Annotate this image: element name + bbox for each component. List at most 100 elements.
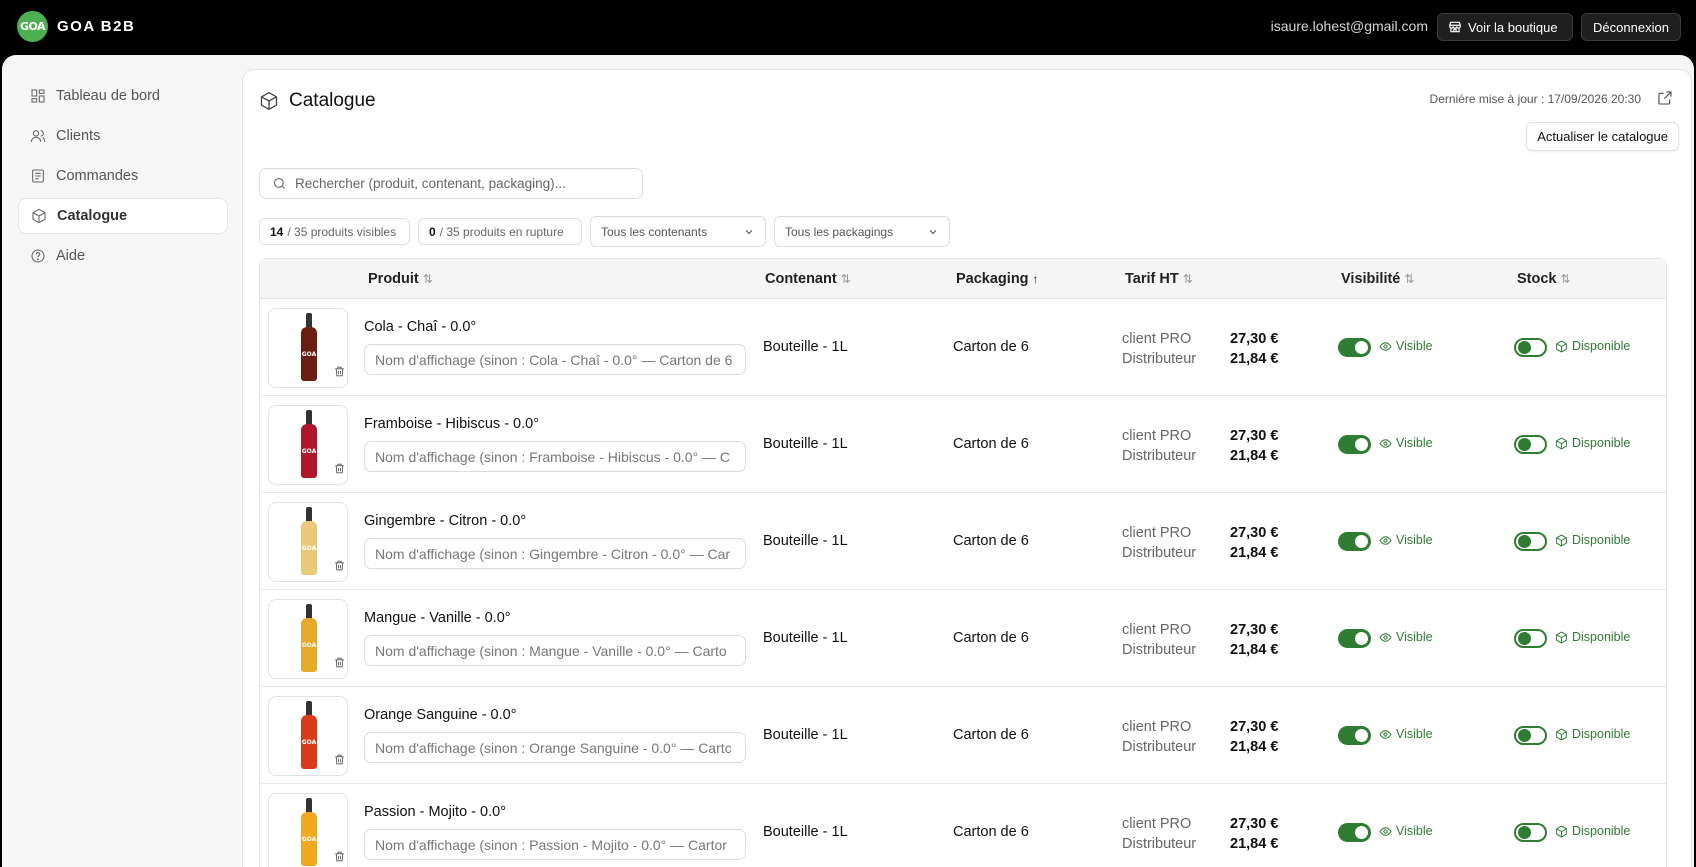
product-name: Cola - Chaî - 0.0° [364,319,477,335]
sort-icon: ⇅ [1182,272,1193,286]
column-packaging[interactable]: Packaging ↑ [956,271,1039,287]
packaging-cell: Carton de 6 [953,727,1029,743]
stock-status: Disponible [1555,533,1630,547]
column-stock[interactable]: Stock ⇅ [1517,271,1571,287]
tarif-values: 27,30 € 21,84 € [1230,523,1278,563]
trash-icon[interactable] [333,656,346,669]
visibility-toggle[interactable] [1338,726,1371,745]
search-input[interactable] [295,176,635,191]
display-name-input[interactable] [364,441,746,472]
product-thumbnail[interactable]: GOA [268,308,348,388]
package-icon [1556,728,1567,740]
trash-icon[interactable] [333,365,346,378]
column-label: Stock [1517,271,1557,287]
view-shop-button[interactable]: Voir la boutique [1437,13,1573,41]
chevron-down-icon [745,229,753,234]
logout-button[interactable]: Déconnexion [1581,13,1681,41]
price-distrib: 21,84 € [1230,642,1279,658]
trash-icon[interactable] [333,850,346,863]
stock-toggle[interactable] [1514,532,1547,551]
rupture-count-chip: 0 / 35 produits en rupture [418,218,582,245]
display-name-input[interactable] [364,538,746,569]
eye-icon [1379,632,1392,642]
bottle-image: GOA [301,313,317,383]
tarif-labels: client PRO Distributeur [1122,329,1196,369]
contenants-select[interactable]: Tous les contenants [590,216,766,247]
bottle-logo: GOA [301,350,317,358]
orders-icon [32,169,44,183]
table-body: GOA Cola - Chaî - 0.0° Bouteille - 1L Ca… [260,299,1666,867]
visibility-toggle[interactable] [1338,435,1371,454]
sidebar-item-help[interactable]: Aide [18,238,228,274]
column-label: Packaging [956,271,1029,287]
visibility-toggle[interactable] [1338,532,1371,551]
table-row: GOA Orange Sanguine - 0.0° Bouteille - 1… [260,687,1666,784]
visibility-status: Visible [1379,533,1433,547]
refresh-catalogue-button[interactable]: Actualiser le catalogue [1526,122,1679,151]
visibility-toggle[interactable] [1338,629,1371,648]
display-name-input[interactable] [364,635,746,666]
bottle-image: GOA [301,410,317,480]
display-name-input[interactable] [364,344,746,375]
column-visibilite[interactable]: Visibilité ⇅ [1341,271,1414,287]
price-distrib: 21,84 € [1230,739,1279,755]
sidebar-item-label: Clients [56,128,101,144]
rupture-count: 0 [429,224,436,239]
table-row: GOA Cola - Chaî - 0.0° Bouteille - 1L Ca… [260,299,1666,396]
price-pro: 27,30 € [1230,331,1279,347]
stock-toggle[interactable] [1514,823,1547,842]
column-tarif[interactable]: Tarif HT ⇅ [1125,271,1193,287]
product-thumbnail[interactable]: GOA [268,502,348,582]
external-link-icon[interactable] [1657,90,1673,106]
sidebar-item-orders[interactable]: Commandes [18,158,228,194]
user-email: isaure.lohest@gmail.com [1270,18,1428,34]
table-header: Produit ⇅ Contenant ⇅ Packaging ↑ Tarif HT ⇅… [260,259,1666,299]
column-produit[interactable]: Produit ⇅ [368,271,433,287]
stock-toggle[interactable] [1514,726,1547,745]
visibility-toggle[interactable] [1338,338,1371,357]
eye-icon [1379,826,1392,836]
stock-toggle[interactable] [1514,629,1547,648]
page-title: Catalogue [259,90,376,112]
sidebar-item-catalogue[interactable]: Catalogue [18,198,228,234]
table-row: GOA Gingembre - Citron - 0.0° Bouteille … [260,493,1666,590]
price-pro: 27,30 € [1230,816,1279,832]
brand-name: GOA B2B [57,18,136,35]
trash-icon[interactable] [333,462,346,475]
packaging-cell: Carton de 6 [953,533,1029,549]
column-label: Visibilité [1341,271,1401,287]
brand-logo[interactable]: GOA [17,11,48,42]
product-thumbnail[interactable]: GOA [268,696,348,776]
price-distrib: 21,84 € [1230,545,1279,561]
product-thumbnail[interactable]: GOA [268,793,348,867]
tarif-labels: client PRO Distributeur [1122,523,1196,563]
trash-icon[interactable] [333,753,346,766]
trash-icon[interactable] [333,559,346,572]
price-pro: 27,30 € [1230,428,1279,444]
column-contenant[interactable]: Contenant ⇅ [765,271,851,287]
visibility-toggle[interactable] [1338,823,1371,842]
product-thumbnail[interactable]: GOA [268,405,348,485]
tarif-values: 27,30 € 21,84 € [1230,814,1278,854]
display-name-input[interactable] [364,732,746,763]
stock-toggle[interactable] [1514,435,1547,454]
sidebar-item-dashboard[interactable]: Tableau de bord [18,78,228,114]
sort-icon: ⇅ [422,272,433,286]
display-name-input[interactable] [364,829,746,860]
tarif-label-pro: client PRO [1122,428,1192,444]
stock-toggle[interactable] [1514,338,1547,357]
page-title-text: Catalogue [289,90,376,111]
column-label: Tarif HT [1125,271,1179,287]
visibility-label: Visible [1396,436,1433,450]
visibility-status: Visible [1379,824,1433,838]
package-icon [260,91,278,111]
stock-label: Disponible [1572,824,1631,838]
price-pro: 27,30 € [1230,622,1279,638]
product-thumbnail[interactable]: GOA [268,599,348,679]
bottle-logo: GOA [301,738,317,746]
package-icon [32,208,46,224]
contenants-select-value: Tous les contenants [601,224,708,239]
packagings-select[interactable]: Tous les packagings [774,216,950,247]
sidebar-item-label: Catalogue [57,208,128,224]
sidebar-item-clients[interactable]: Clients [18,118,228,154]
